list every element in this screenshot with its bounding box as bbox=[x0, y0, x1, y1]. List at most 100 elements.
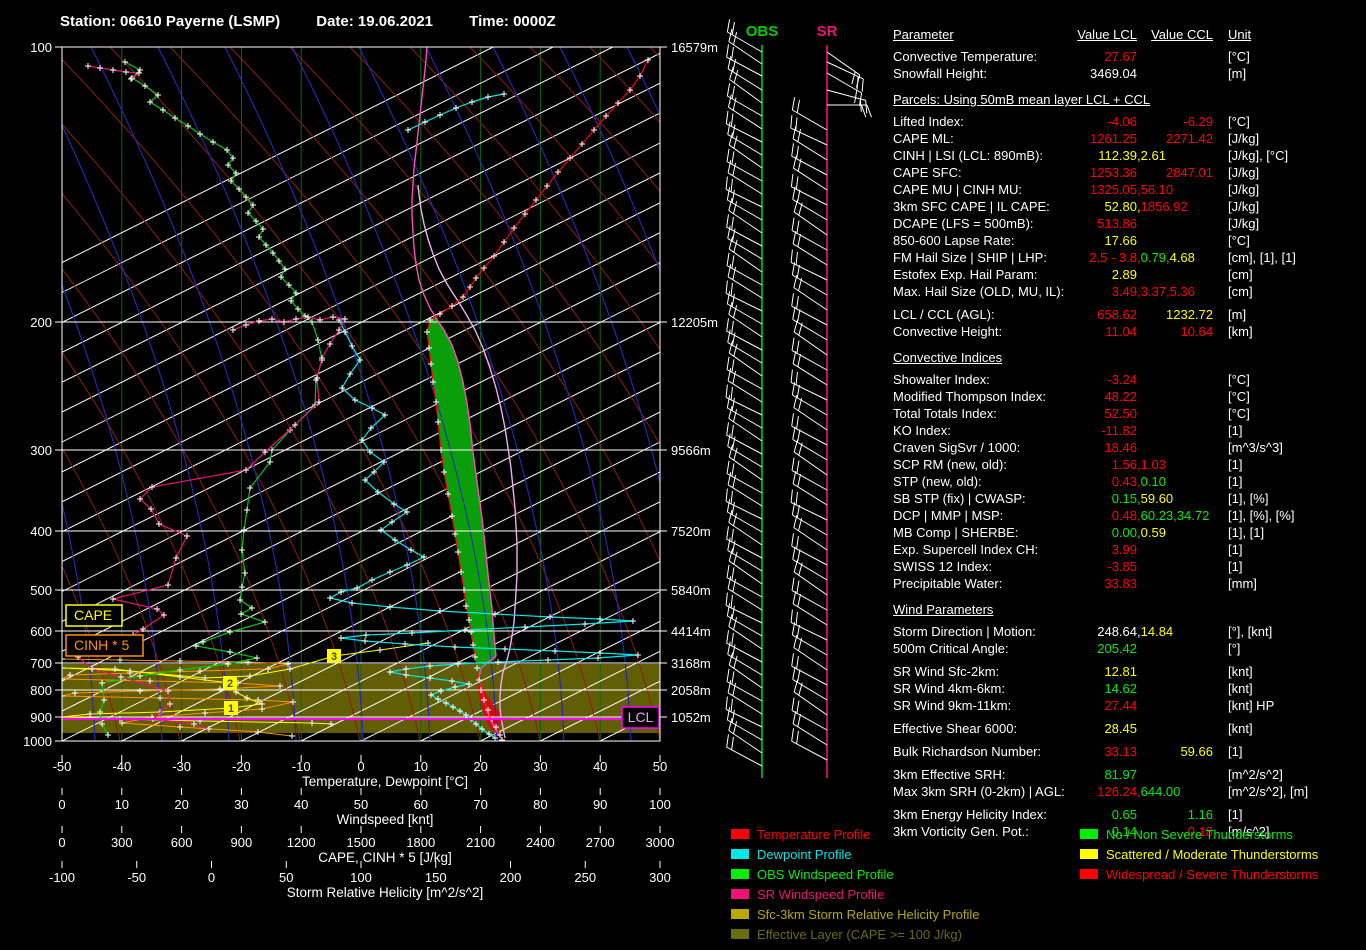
param-row: Snowfall Height:3469.04[m] bbox=[893, 65, 1365, 82]
param-label: STP (new, old): bbox=[893, 473, 1071, 490]
param-row: SR Wind 9km-11km:27.44[knt] HP bbox=[893, 697, 1365, 714]
obs-wind-column-label: OBS bbox=[746, 23, 779, 40]
param-row: MB Comp | SHERBE:0.00, 0.59[1], [1] bbox=[893, 524, 1365, 541]
altitude-tick-label: 9566m bbox=[671, 443, 711, 458]
param-unit: [°C] bbox=[1228, 371, 1250, 388]
pressure-tick-label: 400 bbox=[30, 524, 52, 539]
legend-swatch-icon bbox=[1080, 829, 1098, 839]
param-value-lcl: 2.5 - 3.8 bbox=[1089, 250, 1137, 265]
param-label: DCAPE (LFS = 500mB): bbox=[893, 215, 1071, 232]
param-unit: [knt] bbox=[1228, 680, 1253, 697]
axis-tick-label: 20 bbox=[473, 759, 487, 774]
param-unit: [knt] bbox=[1228, 663, 1253, 680]
param-value-lcl: 18.46 bbox=[1104, 440, 1137, 455]
param-value-ccl: 10.64 bbox=[1180, 324, 1213, 339]
param-value-lcl: 12.81 bbox=[1104, 664, 1137, 679]
legend-label: No / Non Severe Thunderstorms bbox=[1106, 827, 1293, 842]
param-value-lcl: 3.99 bbox=[1112, 542, 1137, 557]
param-label: Max 3km SRH (0-2km) | AGL: bbox=[893, 783, 1071, 800]
param-row: Modified Thompson Index:48.22[°C] bbox=[893, 388, 1365, 405]
param-value-lcl: 59.60 bbox=[1141, 490, 1174, 507]
param-unit: [1] bbox=[1228, 558, 1242, 575]
param-row: SB STP (fix) | CWASP:0.15, 59.60[1], [%] bbox=[893, 490, 1365, 507]
param-label: Convective Temperature: bbox=[893, 48, 1071, 65]
pressure-tick-label: 200 bbox=[30, 315, 52, 330]
param-value-lcl: 0.48 bbox=[1112, 508, 1137, 523]
axis-tick-label: 10 bbox=[414, 759, 428, 774]
axis-tick-label: 2700 bbox=[586, 835, 615, 850]
param-label: 3km Energy Helicity Index: bbox=[893, 806, 1071, 823]
param-value-lcl: 1325.05 bbox=[1090, 182, 1137, 197]
param-row: Precipitable Water:33.83[mm] bbox=[893, 575, 1365, 592]
param-row: Total Totals Index:52.50[°C] bbox=[893, 405, 1365, 422]
param-row: SR Wind 4km-6km:14.62[knt] bbox=[893, 680, 1365, 697]
altitude-tick-label: 12205m bbox=[671, 315, 718, 330]
axis-tick-label: 60 bbox=[414, 797, 428, 812]
param-label: Precipitable Water: bbox=[893, 575, 1071, 592]
param-unit: [J/kg] bbox=[1228, 215, 1259, 232]
param-value-ccl: 2847.01 bbox=[1166, 165, 1213, 180]
header-value-lcl: Value LCL bbox=[1071, 26, 1137, 43]
section-header: Wind Parameters bbox=[893, 601, 1365, 618]
param-row: STP (new, old):0.43, 0.10[1] bbox=[893, 473, 1365, 490]
param-value-lcl: 4.68 bbox=[1170, 249, 1195, 266]
param-row: Convective Height:11.0410.64[km] bbox=[893, 323, 1365, 340]
param-label: Estofex Exp. Hail Param: bbox=[893, 266, 1071, 283]
param-row: Convective Temperature:27.67[°C] bbox=[893, 48, 1365, 65]
param-row: Max. Hail Size (OLD, MU, IL):3.49, 3.37,… bbox=[893, 283, 1365, 300]
param-unit: [mm] bbox=[1228, 575, 1257, 592]
axis-tick-label: 0 bbox=[58, 797, 65, 812]
annotation-label: CINH * 5 bbox=[74, 637, 129, 653]
axis-tick-label: 20 bbox=[174, 797, 188, 812]
param-unit: [cm] bbox=[1228, 283, 1253, 300]
sr-wind-column: SR bbox=[791, 23, 872, 778]
obs-wind-column: OBS bbox=[726, 19, 778, 778]
pressure-tick-label: 600 bbox=[30, 624, 52, 639]
axis-tick-label: 0 bbox=[58, 835, 65, 850]
param-row: CAPE MU | CINH MU:1325.05, 56.10[J/kg] bbox=[893, 181, 1365, 198]
param-value-lcl: -4.06 bbox=[1107, 114, 1137, 129]
param-unit: [knt] HP bbox=[1228, 697, 1274, 714]
param-unit: [1] bbox=[1228, 456, 1242, 473]
svg-text:3: 3 bbox=[331, 651, 337, 663]
axis-tick-label: 50 bbox=[279, 870, 293, 885]
severity-legend-item: No / Non Severe Thunderstorms bbox=[1080, 824, 1318, 844]
param-unit: [J/kg] bbox=[1228, 164, 1259, 181]
axis-tick-label: -30 bbox=[172, 759, 191, 774]
severity-legend-item: Scattered / Moderate Thunderstorms bbox=[1080, 844, 1318, 864]
param-unit: [1], [%], [%] bbox=[1228, 507, 1294, 524]
param-unit: [J/kg] bbox=[1228, 181, 1259, 198]
param-label: Bulk Richardson Number: bbox=[893, 743, 1071, 760]
param-row: 3km Effective SRH:81.97[m^2/s^2] bbox=[893, 766, 1365, 783]
param-row: DCAPE (LFS = 500mB):513.86[J/kg] bbox=[893, 215, 1365, 232]
param-value-lcl: 3.49 bbox=[1112, 284, 1137, 299]
pressure-tick-label: 1000 bbox=[23, 734, 52, 749]
param-value-lcl: 0.79 bbox=[1141, 249, 1166, 266]
param-value-ccl: 1.16 bbox=[1188, 807, 1213, 822]
axis-tick-label: 30 bbox=[234, 797, 248, 812]
param-label: SCP RM (new, old): bbox=[893, 456, 1071, 473]
param-row: Showalter Index:-3.24[°C] bbox=[893, 371, 1365, 388]
param-value-lcl: 28.45 bbox=[1104, 721, 1137, 736]
param-unit: [°] bbox=[1228, 640, 1240, 657]
axis-tick-label: 50 bbox=[354, 797, 368, 812]
param-unit: [1] bbox=[1228, 743, 1242, 760]
param-value-lcl: 14.62 bbox=[1104, 681, 1137, 696]
param-value-lcl: 56.10 bbox=[1141, 181, 1174, 198]
legend-label: Dewpoint Profile bbox=[757, 847, 852, 862]
parameter-table-header: Parameter Value LCL Value CCL Unit bbox=[893, 26, 1365, 43]
param-row: DCP | MMP | MSP:0.48, 60.23, 34.72[1], [… bbox=[893, 507, 1365, 524]
param-label: Craven SigSvr / 1000: bbox=[893, 439, 1071, 456]
param-label: Snowfall Height: bbox=[893, 65, 1071, 82]
param-unit: [knt] bbox=[1228, 720, 1253, 737]
param-label: KO Index: bbox=[893, 422, 1071, 439]
axis-tick-label: -20 bbox=[232, 759, 251, 774]
param-label: Showalter Index: bbox=[893, 371, 1071, 388]
param-value-lcl: 248.64 bbox=[1097, 624, 1137, 639]
header-unit: Unit bbox=[1228, 26, 1251, 43]
param-unit: [°C] bbox=[1228, 388, 1250, 405]
axis-tick-label: 1200 bbox=[287, 835, 316, 850]
param-value-lcl: 81.97 bbox=[1104, 767, 1137, 782]
param-label: Total Totals Index: bbox=[893, 405, 1071, 422]
svg-text:1: 1 bbox=[228, 703, 234, 715]
